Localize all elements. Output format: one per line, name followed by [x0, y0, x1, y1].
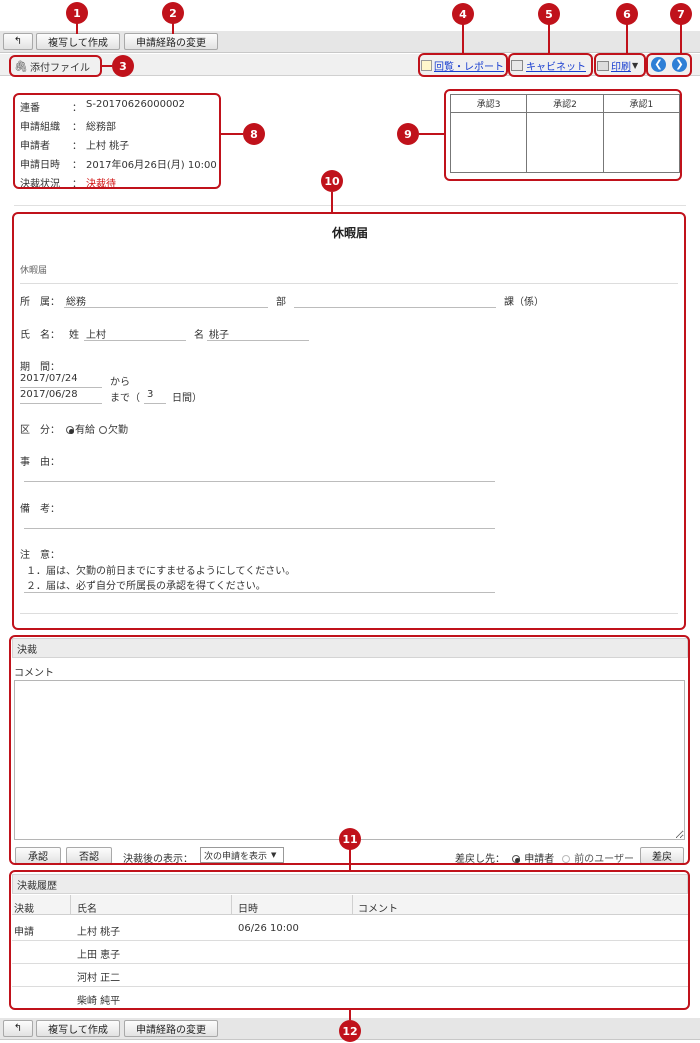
annotation-line: [331, 192, 333, 213]
annotation-line: [548, 22, 550, 54]
annotation-box: [508, 53, 593, 77]
marker-10: 10: [321, 170, 343, 192]
marker-12: 12: [339, 1020, 361, 1042]
annotation-line: [102, 65, 112, 67]
annotation-box: [444, 89, 682, 181]
annotation-box: [646, 53, 692, 77]
back-button[interactable]: ↰: [3, 1020, 33, 1037]
marker-1: 1: [66, 2, 88, 24]
annotation-line: [462, 22, 464, 54]
back-button[interactable]: ↰: [3, 33, 33, 50]
divider: [14, 205, 686, 206]
marker-11: 11: [339, 828, 361, 850]
marker-8: 8: [243, 123, 265, 145]
marker-7: 7: [670, 3, 692, 25]
marker-5: 5: [538, 3, 560, 25]
annotation-box: [594, 53, 646, 77]
annotation-line: [626, 22, 628, 54]
annotation-line: [349, 848, 351, 872]
marker-2: 2: [162, 2, 184, 24]
marker-9: 9: [397, 123, 419, 145]
annotation-box: [12, 212, 686, 630]
marker-4: 4: [452, 3, 474, 25]
marker-3: 3: [112, 55, 134, 77]
change-route-button[interactable]: 申請経路の変更: [124, 33, 218, 50]
annotation-line: [419, 133, 444, 135]
copy-create-button[interactable]: 複写して作成: [36, 33, 120, 50]
back-icon: ↰: [13, 1023, 23, 1034]
annotation-box: [9, 870, 690, 1010]
back-icon: ↰: [13, 36, 23, 47]
marker-6: 6: [616, 3, 638, 25]
copy-create-button[interactable]: 複写して作成: [36, 1020, 120, 1037]
annotation-line: [221, 133, 243, 135]
change-route-button[interactable]: 申請経路の変更: [124, 1020, 218, 1037]
annotation-box: [9, 55, 102, 77]
annotation-box: [418, 53, 508, 77]
annotation-line: [349, 1009, 351, 1020]
annotation-box: [13, 93, 221, 189]
annotation-line: [680, 22, 682, 54]
